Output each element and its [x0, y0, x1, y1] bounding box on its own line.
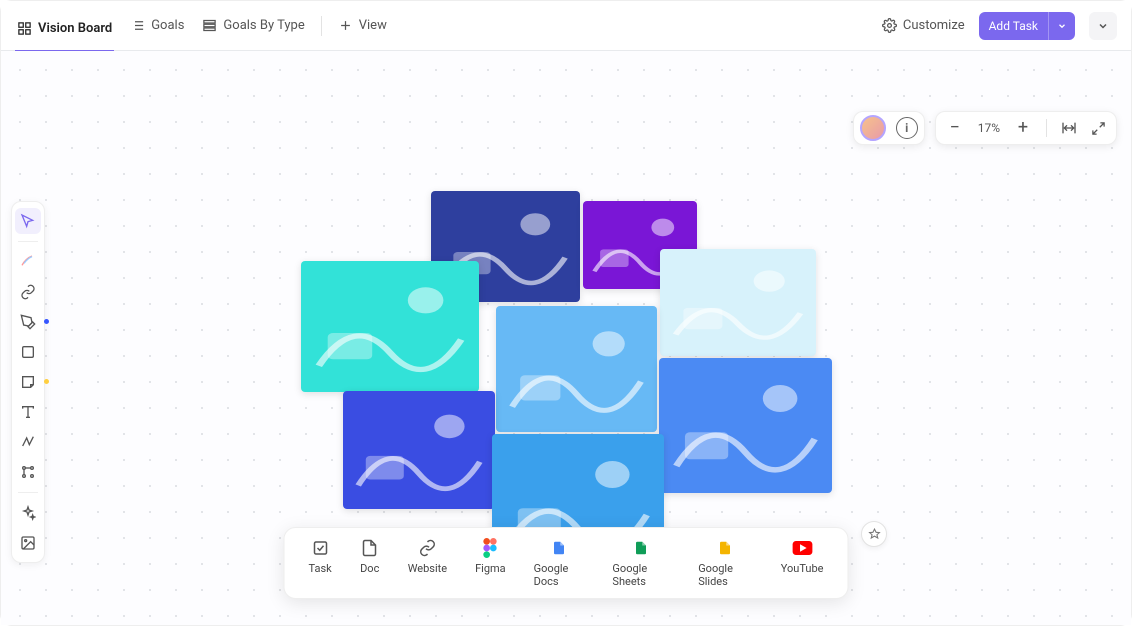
info-icon[interactable]: i: [896, 117, 918, 139]
zoom-toolbar: − 17% +: [935, 111, 1117, 145]
tab-label: Goals By Type: [223, 18, 304, 33]
figma-icon: [480, 538, 500, 558]
fit-width-icon[interactable]: [1061, 120, 1077, 136]
insert-dock: Task Doc Website Figma Google Docs Googl…: [284, 527, 849, 599]
dock-label: Figma: [475, 562, 506, 575]
doc-icon: [360, 538, 380, 558]
board-card-meditation-rainbow[interactable]: [496, 306, 657, 432]
presence-pill: i: [853, 111, 925, 145]
dock-label: Doc: [360, 562, 379, 575]
canvas-controls: i − 17% +: [853, 111, 1117, 145]
dock-google-sheets[interactable]: Google Sheets: [612, 538, 670, 588]
customize-button[interactable]: Customize: [882, 18, 965, 33]
pin-dock-button[interactable]: [861, 521, 887, 547]
google-slides-icon: [715, 538, 735, 558]
dock-task[interactable]: Task: [309, 538, 332, 588]
add-task-dropdown[interactable]: [1048, 12, 1075, 40]
note-color-indicator: [44, 379, 49, 384]
tab-vision-board[interactable]: Vision Board: [15, 15, 114, 52]
tab-divider: [321, 16, 322, 36]
google-sheets-icon: [631, 538, 651, 558]
dock-label: Google Slides: [698, 562, 753, 588]
add-task-label: Add Task: [979, 19, 1048, 33]
ai-tool[interactable]: [15, 500, 41, 526]
pen-tool[interactable]: [15, 309, 41, 335]
user-avatar[interactable]: [860, 115, 886, 141]
board-card-astronaut-books[interactable]: [343, 391, 495, 509]
tab-add-view[interactable]: View: [336, 12, 389, 39]
whiteboard-canvas[interactable]: i − 17% +: [1, 51, 1131, 625]
customize-label: Customize: [903, 18, 965, 33]
tab-goals[interactable]: Goals: [128, 12, 186, 39]
dock-youtube[interactable]: YouTube: [781, 538, 824, 588]
sticky-note-tool[interactable]: [15, 369, 41, 395]
gear-icon: [882, 18, 897, 33]
top-tab-bar: Vision Board Goals Goals By Type View Cu…: [1, 1, 1131, 51]
dock-label: Google Docs: [534, 562, 585, 588]
link-tool[interactable]: [15, 279, 41, 305]
dock-google-slides[interactable]: Google Slides: [698, 538, 753, 588]
dock-figma[interactable]: Figma: [475, 538, 506, 588]
tab-goals-by-type[interactable]: Goals By Type: [200, 12, 306, 39]
pin-icon: [868, 528, 881, 541]
more-menu-button[interactable]: [1089, 12, 1117, 40]
zoom-level[interactable]: 17%: [978, 121, 1000, 135]
add-task-button[interactable]: Add Task: [979, 12, 1075, 40]
dock-label: YouTube: [781, 562, 824, 575]
shape-tool[interactable]: [15, 339, 41, 365]
website-icon: [417, 538, 437, 558]
dock-doc[interactable]: Doc: [360, 538, 380, 588]
tab-label: View: [359, 18, 387, 33]
dock-label: Task: [309, 562, 332, 575]
dock-label: Website: [408, 562, 447, 575]
separator: [1046, 119, 1047, 137]
board-card-laptop-beach[interactable]: [660, 249, 816, 356]
board-card-graduation[interactable]: [659, 358, 832, 493]
chevron-down-icon: [1057, 21, 1067, 31]
zoom-in-button[interactable]: +: [1014, 119, 1032, 137]
dock-label: Google Sheets: [612, 562, 670, 588]
board-card-kayak-waterfall[interactable]: [301, 261, 479, 392]
dock-google-docs[interactable]: Google Docs: [534, 538, 585, 588]
pen-color-indicator: [44, 319, 49, 324]
tab-label: Vision Board: [38, 21, 112, 36]
vision-board-cluster[interactable]: [301, 191, 841, 571]
select-tool[interactable]: [15, 208, 41, 234]
dock-website[interactable]: Website: [408, 538, 447, 588]
tab-label: Goals: [151, 18, 184, 33]
google-docs-icon: [549, 538, 569, 558]
zoom-out-button[interactable]: −: [946, 119, 964, 137]
text-tool[interactable]: [15, 399, 41, 425]
highlight-tool[interactable]: [15, 249, 41, 275]
youtube-icon: [792, 538, 812, 558]
connector-tool[interactable]: [15, 429, 41, 455]
tool-rail: [11, 201, 45, 563]
image-tool[interactable]: [15, 530, 41, 556]
chevron-down-icon: [1097, 20, 1109, 32]
fullscreen-icon[interactable]: [1091, 121, 1106, 136]
task-icon: [310, 538, 330, 558]
diagram-tool[interactable]: [15, 459, 41, 485]
